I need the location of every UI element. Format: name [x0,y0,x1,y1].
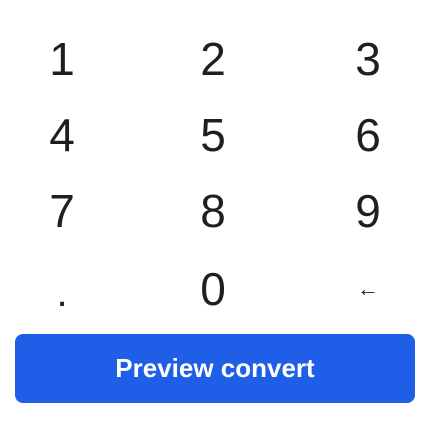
key-6[interactable]: 6 [318,98,418,172]
key-7[interactable]: 7 [12,174,112,248]
backspace-icon[interactable]: ← [318,252,418,326]
key-0[interactable]: 0 [163,252,263,326]
key-1[interactable]: 1 [12,22,112,96]
key-5[interactable]: 5 [163,98,263,172]
numeric-keypad: 1 2 3 4 5 6 7 8 9 . 0 ← [0,22,433,318]
key-3[interactable]: 3 [318,22,418,96]
key-9[interactable]: 9 [318,174,418,248]
key-8[interactable]: 8 [163,174,263,248]
preview-convert-button[interactable]: Preview convert [15,334,415,403]
key-decimal[interactable]: . [12,252,112,326]
key-4[interactable]: 4 [12,98,112,172]
key-2[interactable]: 2 [163,22,263,96]
